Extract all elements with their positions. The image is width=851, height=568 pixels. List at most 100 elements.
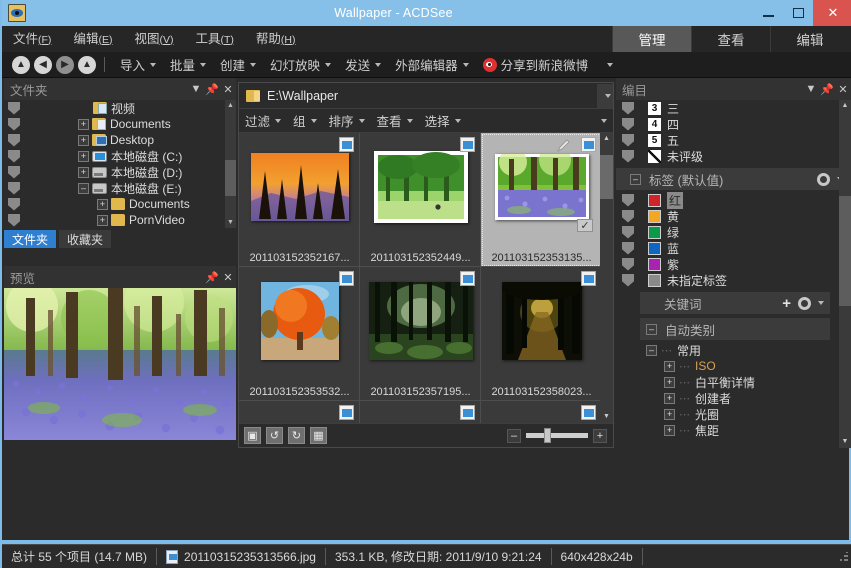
zoom-handle[interactable]: [544, 428, 551, 443]
toolbar-batch[interactable]: 批量: [163, 52, 213, 78]
filter-button[interactable]: 过滤: [239, 111, 287, 130]
expander-icon[interactable]: +: [664, 360, 675, 372]
tree-item-desktop[interactable]: + Desktop: [4, 132, 236, 148]
home-icon[interactable]: ▲: [12, 55, 30, 74]
auto-category-item-creator[interactable]: + ⋯ 创建者: [616, 390, 851, 406]
maximize-button[interactable]: [783, 0, 813, 26]
toolbar-slideshow[interactable]: 幻灯放映: [263, 52, 338, 78]
close-icon[interactable]: ✕: [220, 266, 236, 288]
filterbar-overflow[interactable]: [590, 118, 613, 123]
menu-file[interactable]: 文件(F): [2, 26, 62, 53]
toolbar-overflow[interactable]: [595, 52, 620, 78]
collapse-icon[interactable]: –: [646, 323, 657, 335]
expander-icon[interactable]: +: [664, 424, 675, 436]
tab-edit[interactable]: 编辑: [770, 26, 849, 52]
toolbar-send[interactable]: 发送: [338, 52, 388, 78]
scroll-up-icon[interactable]: ▲: [839, 100, 851, 112]
close-icon[interactable]: ✕: [220, 78, 236, 100]
compare-icon[interactable]: ▦: [310, 427, 327, 444]
catalog-scrollbar[interactable]: ▲ ▼: [839, 100, 851, 448]
auto-category-item-focallength[interactable]: + ⋯ 焦距: [616, 422, 851, 438]
menu-view[interactable]: 视图(V): [123, 26, 184, 53]
label-item-unassigned[interactable]: 未指定标签: [616, 272, 851, 288]
rating-item-5[interactable]: 5 五: [616, 132, 851, 148]
address-dropdown-button[interactable]: [597, 83, 613, 108]
thumbnail-view-icon[interactable]: ▣: [244, 427, 261, 444]
expander-icon[interactable]: +: [78, 134, 89, 146]
toolbar-create[interactable]: 创建: [213, 52, 263, 78]
view-button[interactable]: 查看: [371, 111, 419, 130]
auto-category-item-whitebalance[interactable]: + ⋯ 白平衡详情: [616, 374, 851, 390]
expander-icon[interactable]: +: [78, 166, 89, 178]
tab-folders[interactable]: 文件夹: [4, 230, 57, 248]
add-keyword-icon[interactable]: +: [782, 295, 791, 312]
label-item-yellow[interactable]: 黄: [616, 208, 851, 224]
toolbar-external-editor[interactable]: 外部编辑器: [388, 52, 476, 78]
folder-tree-scrollbar[interactable]: ▲ ▼: [225, 100, 236, 228]
chevron-down-icon[interactable]: [818, 301, 824, 305]
rating-item-3[interactable]: 3 三: [616, 100, 851, 116]
expander-icon[interactable]: –: [78, 182, 89, 194]
select-button[interactable]: 选择: [419, 111, 467, 130]
folder-tree[interactable]: 视频 + Documents + Desktop + 本地磁盘 (C:) + 本…: [4, 100, 236, 228]
expander-icon[interactable]: +: [97, 214, 108, 226]
close-icon[interactable]: ✕: [835, 78, 851, 100]
thumbnail-cell[interactable]: 201103152357195...: [360, 267, 481, 401]
scrollbar-thumb[interactable]: [225, 160, 236, 196]
scroll-down-icon[interactable]: ▼: [225, 217, 236, 228]
tree-item-drive-c[interactable]: + 本地磁盘 (C:): [4, 148, 236, 164]
thumbnail-cell[interactable]: 201103152358023...: [481, 267, 602, 401]
rating-item-unrated[interactable]: 未评级: [616, 148, 851, 164]
expander-icon[interactable]: +: [97, 198, 108, 210]
thumbnail-cell[interactable]: [481, 401, 602, 423]
menu-edit[interactable]: 编辑(E): [62, 26, 123, 53]
expander-icon[interactable]: +: [664, 376, 675, 388]
pin-icon[interactable]: 📌: [819, 78, 835, 100]
labels-section-header[interactable]: – 标签 (默认值): [616, 168, 851, 190]
label-item-blue[interactable]: 蓝: [616, 240, 851, 256]
thumbnail-cell[interactable]: [360, 401, 481, 423]
address-bar[interactable]: E:\Wallpaper: [239, 83, 613, 109]
tree-item-drive-e[interactable]: – 本地磁盘 (E:): [4, 180, 236, 196]
thumbnail-cell-selected[interactable]: ✓ 201103152353135...: [481, 133, 602, 267]
scroll-down-icon[interactable]: ▼: [839, 436, 851, 448]
pin-icon[interactable]: 📌: [204, 266, 220, 288]
tree-item-pornvideo[interactable]: + PornVideo: [4, 212, 236, 228]
forward-icon[interactable]: ▶: [56, 55, 74, 74]
expander-icon[interactable]: +: [664, 392, 675, 404]
rotate-right-icon[interactable]: ↻: [288, 427, 305, 444]
auto-category-section-header[interactable]: – 自动类别: [640, 318, 830, 340]
collapse-icon[interactable]: –: [646, 344, 657, 356]
tree-item-e-documents[interactable]: + Documents: [4, 196, 236, 212]
thumbnail-grid-scrollbar[interactable]: ▲ ▼: [600, 133, 613, 423]
auto-category-item-common[interactable]: – ⋯ 常用: [616, 342, 851, 358]
scroll-up-icon[interactable]: ▲: [600, 133, 613, 145]
toolbar-share-weibo[interactable]: 分享到新浪微博: [476, 52, 596, 78]
label-item-purple[interactable]: 紫: [616, 256, 851, 272]
tab-manage[interactable]: 管理: [612, 26, 691, 52]
expander-icon[interactable]: +: [664, 408, 675, 420]
chevron-down-icon[interactable]: ▼: [803, 78, 819, 100]
rotate-left-icon[interactable]: ↺: [266, 427, 283, 444]
sort-button[interactable]: 排序: [323, 111, 371, 130]
scroll-up-icon[interactable]: ▲: [225, 100, 236, 111]
gear-icon[interactable]: [817, 172, 830, 186]
resize-grip[interactable]: [839, 551, 849, 562]
scrollbar-thumb[interactable]: [600, 155, 613, 199]
expander-icon[interactable]: +: [78, 150, 89, 162]
zoom-track[interactable]: [526, 428, 588, 443]
thumbnail-cell[interactable]: 201103152353532...: [239, 267, 360, 401]
group-button[interactable]: 组: [287, 111, 323, 130]
rating-item-4[interactable]: 4 四: [616, 116, 851, 132]
thumbnail-cell[interactable]: 201103152352449...: [360, 133, 481, 267]
catalog-list[interactable]: 3 三 4 四 5 五 未评级 – 标签 (默认值) 红 黄 绿 蓝 紫 未指定…: [616, 100, 851, 448]
thumbnail-grid[interactable]: 201103152352167... 201103152352449... ✓ …: [239, 133, 602, 423]
scrollbar-thumb[interactable]: [839, 196, 851, 306]
back-icon[interactable]: ◀: [34, 55, 52, 74]
auto-category-item-aperture[interactable]: + ⋯ 光圈: [616, 406, 851, 422]
label-item-green[interactable]: 绿: [616, 224, 851, 240]
collapse-icon[interactable]: –: [630, 173, 641, 185]
thumbnail-cell[interactable]: [239, 401, 360, 423]
gear-icon[interactable]: [798, 296, 811, 310]
chevron-down-icon[interactable]: ▼: [188, 78, 204, 100]
